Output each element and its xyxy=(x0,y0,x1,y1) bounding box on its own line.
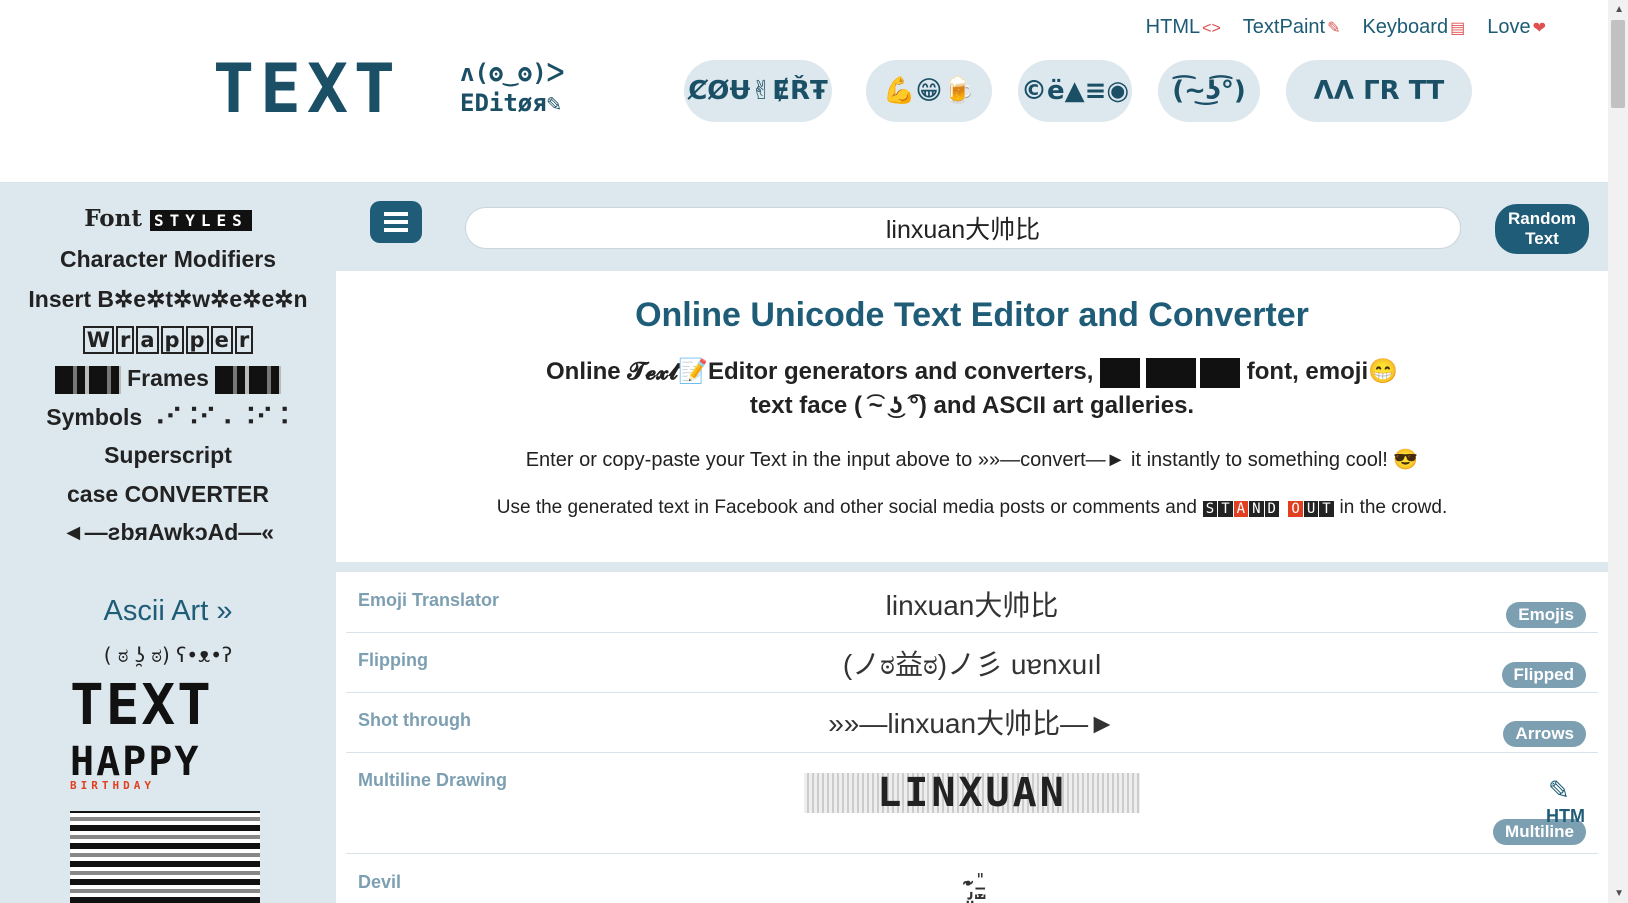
convert-nav-button[interactable]: ȻØɄ✌ɆŘŦ xyxy=(684,60,832,122)
result-row-multiline[interactable]: Multiline Drawing LINXUAN Multiline xyxy=(346,753,1598,854)
sidebar-item-superscript[interactable]: Superscript xyxy=(0,442,336,469)
code-icon: <> xyxy=(1202,20,1221,37)
menu-button[interactable] xyxy=(370,201,422,243)
tag-arrows[interactable]: Arrows xyxy=(1503,721,1586,747)
sidebar-item-frames[interactable]: Frames xyxy=(0,365,336,394)
ascii-text-sample[interactable]: TEXT xyxy=(70,673,260,738)
site-logo[interactable]: TEXT xyxy=(172,50,442,129)
ascii-happy-sample[interactable]: HAPPY BIRTHDAY xyxy=(70,739,260,792)
results-list: Emoji Translator linxuan大帅比 Emojis Flipp… xyxy=(336,572,1608,903)
frame-left-decoration xyxy=(54,365,121,394)
htm-button[interactable]: HTM xyxy=(1546,806,1585,827)
logo-subtitle: ʌ(ʘ‿ʘ)ᐳ EDitøя✎ xyxy=(460,59,565,117)
scroll-down-arrow-icon[interactable]: ▼ xyxy=(1614,888,1624,899)
keyboard-icon: ▤ xyxy=(1450,20,1466,37)
emoji-nav-button[interactable]: 💪😁🍺 xyxy=(866,60,992,122)
ascii-face-sample[interactable]: ( ಠ ʖ̯ ಠ) ʕ•ᴥ•ʔ xyxy=(0,643,336,668)
html-link[interactable]: HTML <> xyxy=(1146,16,1221,39)
ascii-art-link[interactable]: Ascii Art » xyxy=(0,595,336,628)
page-scrollbar[interactable]: ▲ ▼ xyxy=(1608,0,1628,903)
result-row-emoji[interactable]: Emoji Translator linxuan大帅比 Emojis xyxy=(346,572,1598,633)
art-nav-button[interactable]: ΛΛ ΓR ΤΤ xyxy=(1286,60,1472,122)
intro-line-1: Online 𝓣𝓮𝔁𝓽📝Editor generators and conver… xyxy=(336,357,1608,388)
tag-emojis[interactable]: Emojis xyxy=(1506,602,1586,628)
random-text-button[interactable]: Random Text xyxy=(1495,204,1589,254)
sidebar-item-symbols[interactable]: Symbols ⠠⠊⠨⠊⠠ ⠨⠊⠨ xyxy=(0,404,336,431)
sidebar-item-insert-between[interactable]: Insert B✲e✲t✲w✲e✲e✲n xyxy=(0,286,336,313)
scroll-thumb[interactable] xyxy=(1611,20,1625,108)
intro-line-4: Use the generated text in Facebook and o… xyxy=(496,497,1448,518)
text-face-nav-button[interactable]: (͡~͜ʖ͡°) xyxy=(1158,60,1260,122)
left-sidebar: Font STYLES Character Modifiers Insert B… xyxy=(0,183,336,903)
heart-icon: ❤ xyxy=(1532,20,1546,37)
sidebar-item-backwards[interactable]: ◄—ƨbяAwkɔAd—« xyxy=(0,519,336,546)
sidebar-item-case-converter[interactable]: case CONVERTER xyxy=(0,481,336,508)
pencil-icon: ✎ xyxy=(1327,20,1341,37)
scroll-up-arrow-icon[interactable]: ▲ xyxy=(1614,4,1624,15)
top-links: HTML <> TextPaint ✎ Keyboard ▤ Love ❤ xyxy=(1146,16,1546,39)
symbols-nav-button[interactable]: ©ë▲≡◉ xyxy=(1018,60,1132,122)
result-row-flipping[interactable]: Flipping (ノಠ益ಠ)ノ彡 uɐnxuıl Flipped xyxy=(346,633,1598,693)
sidebar-item-character-modifiers[interactable]: Character Modifiers xyxy=(0,246,336,273)
keyboard-link[interactable]: Keyboard ▤ xyxy=(1362,16,1465,39)
section-divider xyxy=(336,562,1608,572)
result-row-devil[interactable]: Devil ꞏ̴̡͈ ̵̗̞̺̎ xyxy=(346,854,1598,903)
tag-flipped[interactable]: Flipped xyxy=(1501,662,1586,688)
love-link[interactable]: Love ❤ xyxy=(1487,16,1546,39)
ascii-bear-sample[interactable] xyxy=(70,811,260,903)
result-row-shot-through[interactable]: Shot through »»—linxuan大帅比—► Arrows xyxy=(346,693,1598,753)
textpaint-link[interactable]: TextPaint ✎ xyxy=(1243,16,1341,39)
intro-line-3: Enter or copy-paste your Text in the inp… xyxy=(525,449,1419,471)
hit-font-sample xyxy=(1100,357,1241,388)
text-input[interactable]: linxuan大帅比 xyxy=(465,207,1461,249)
standout-badge: STAND OUT xyxy=(1202,501,1334,517)
pencil-icon[interactable]: ✎ xyxy=(1548,775,1570,806)
sidebar-item-wrapper[interactable]: Wrapper xyxy=(0,326,336,354)
intro-line-2: text face ( ͡~ ͜ʖ ͡°) and ASCII art gall… xyxy=(749,392,1195,419)
frame-right-decoration xyxy=(215,365,282,394)
sidebar-item-font-styles[interactable]: Font STYLES xyxy=(0,205,336,232)
multiline-drawing: LINXUAN xyxy=(804,773,1140,813)
page-title: Online Unicode Text Editor and Converter xyxy=(635,296,1309,334)
hamburger-icon xyxy=(384,212,408,232)
